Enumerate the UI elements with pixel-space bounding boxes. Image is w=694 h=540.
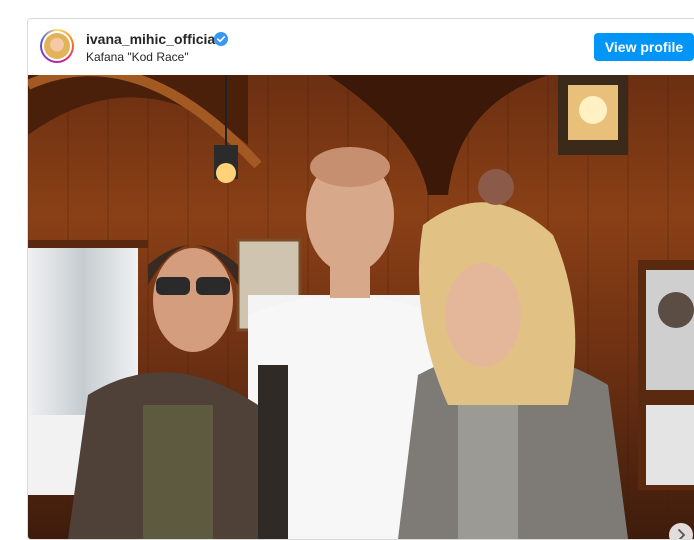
chevron-right-icon xyxy=(678,529,686,539)
verified-badge-icon xyxy=(214,32,228,46)
post-photo[interactable] xyxy=(28,75,694,539)
photo-illustration xyxy=(28,75,694,539)
avatar[interactable] xyxy=(40,29,74,63)
view-profile-button[interactable]: View profile xyxy=(594,33,694,61)
location-link[interactable]: Kafana "Kod Race" xyxy=(86,50,189,64)
username-link[interactable]: ivana_mihic_official xyxy=(86,31,219,47)
post-card: ivana_mihic_official Kafana "Kod Race" V… xyxy=(27,18,694,540)
post-header: ivana_mihic_official Kafana "Kod Race" V… xyxy=(28,19,694,75)
